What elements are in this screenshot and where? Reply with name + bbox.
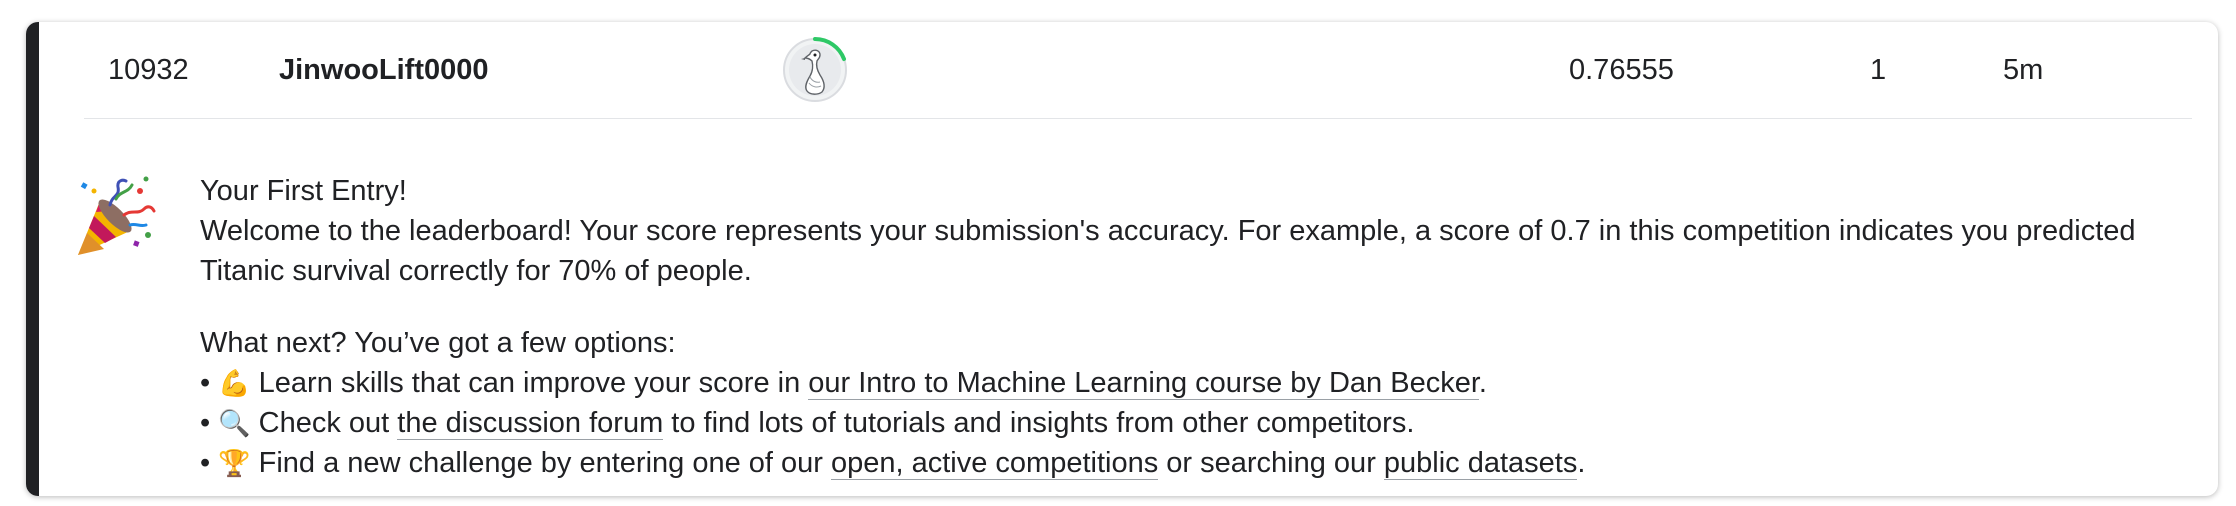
intro-ml-course-link[interactable]: our Intro to Machine Learning course by … xyxy=(808,367,1479,400)
trophy-icon: 🏆 xyxy=(218,448,251,478)
option-challenge: • 🏆 Find a new challenge by entering one… xyxy=(200,447,1586,480)
entries-cell: 1 xyxy=(1870,54,1887,86)
party-popper-icon xyxy=(78,176,156,255)
leaderboard-row[interactable]: 10932 JinwooLift0000 0.76555 1 5m xyxy=(39,22,2218,118)
last-submission-cell: 5m xyxy=(2003,54,2044,86)
discussion-forum-link[interactable]: the discussion forum xyxy=(397,407,664,440)
card-accent-bar xyxy=(26,22,39,496)
welcome-text: Welcome to the leaderboard! Your score r… xyxy=(200,215,2136,287)
team-avatar[interactable] xyxy=(782,37,848,103)
active-competitions-link[interactable]: open, active competitions xyxy=(830,447,1159,480)
next-heading: What next? You’ve got a few options: xyxy=(200,327,676,359)
score-cell: 0.76555 xyxy=(1569,54,1674,86)
message-body: Your First Entry! Welcome to the leaderb… xyxy=(200,171,2160,483)
message-title: Your First Entry! xyxy=(200,175,407,207)
bullet: • xyxy=(200,447,211,479)
bullet: • xyxy=(200,367,211,399)
rank-cell: 10932 xyxy=(108,54,189,86)
goose-avatar-icon xyxy=(783,37,847,102)
public-datasets-link[interactable]: public datasets xyxy=(1383,447,1578,480)
team-name[interactable]: JinwooLift0000 xyxy=(279,22,489,118)
row-divider xyxy=(84,118,2192,119)
bullet: • xyxy=(200,407,211,439)
leaderboard-entry-card: 10932 JinwooLift0000 0.76555 1 5m Your F… xyxy=(26,22,2218,496)
magnifying-glass-icon: 🔍 xyxy=(218,408,251,438)
option-learn: • 💪 Learn skills that can improve your s… xyxy=(200,367,1487,400)
flexed-biceps-icon: 💪 xyxy=(218,368,251,398)
option-discussion: • 🔍 Check out the discussion forum to fi… xyxy=(200,407,1415,440)
